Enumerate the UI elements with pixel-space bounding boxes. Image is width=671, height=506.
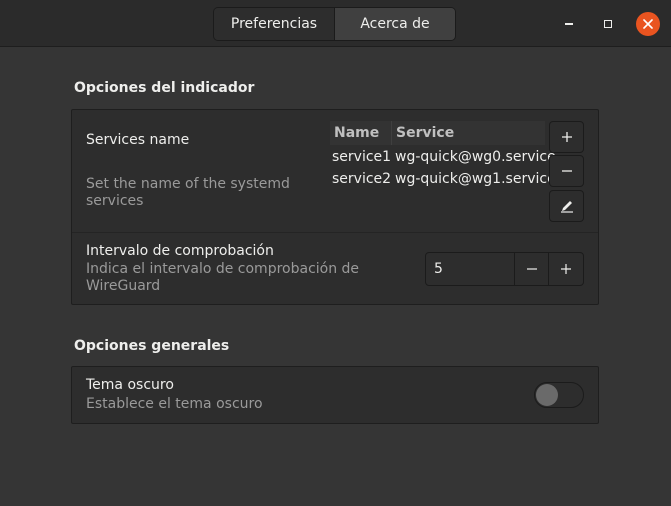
header-bar: Preferencias Acerca de bbox=[0, 0, 671, 47]
edit-icon bbox=[560, 201, 573, 213]
interval-spinbutton: 5 bbox=[425, 252, 584, 286]
services-name-description: Set the name of the systemd services bbox=[86, 176, 290, 209]
row-divider bbox=[72, 232, 598, 233]
stack-switcher: Preferencias Acerca de bbox=[213, 7, 456, 41]
column-divider bbox=[391, 121, 392, 145]
close-button[interactable] bbox=[636, 12, 660, 36]
remove-service-button[interactable] bbox=[549, 155, 584, 187]
minimize-icon bbox=[565, 23, 573, 25]
minus-icon bbox=[526, 268, 537, 270]
column-header-name[interactable]: Name bbox=[334, 125, 379, 141]
tab-preferencias[interactable]: Preferencias bbox=[214, 8, 335, 40]
services-name-label: Services name bbox=[86, 132, 190, 148]
minimize-button[interactable] bbox=[557, 12, 581, 36]
services-table-header: Name Service bbox=[330, 121, 545, 145]
row-name-cell: service2 bbox=[332, 171, 392, 187]
dark-theme-label: Tema oscuro bbox=[86, 377, 174, 393]
interval-description: Indica el intervalo de comprobación de W… bbox=[86, 261, 360, 294]
tab-acerca-de[interactable]: Acerca de bbox=[335, 8, 455, 40]
general-options-frame: Tema oscuro Establece el tema oscuro bbox=[71, 366, 599, 424]
table-row[interactable]: service2 wg-quick@wg1.service bbox=[330, 169, 556, 191]
edit-service-button[interactable] bbox=[549, 190, 584, 222]
switch-knob bbox=[536, 384, 558, 406]
row-name-cell: service1 bbox=[332, 149, 392, 165]
close-icon bbox=[643, 19, 653, 29]
plus-icon bbox=[561, 264, 572, 274]
general-section-title: Opciones generales bbox=[74, 338, 230, 354]
remove-icon bbox=[561, 170, 572, 172]
maximize-icon bbox=[604, 20, 612, 28]
indicator-options-frame: Services name Set the name of the system… bbox=[71, 109, 599, 305]
maximize-button[interactable] bbox=[596, 12, 620, 36]
interval-decrement-button[interactable] bbox=[513, 253, 549, 285]
interval-increment-button[interactable] bbox=[548, 253, 583, 285]
table-row[interactable]: service1 wg-quick@wg0.service bbox=[330, 147, 556, 169]
add-service-button[interactable] bbox=[549, 121, 584, 153]
indicator-section-title: Opciones del indicador bbox=[74, 80, 255, 96]
interval-label: Intervalo de comprobación bbox=[86, 243, 274, 259]
row-service-cell: wg-quick@wg1.service bbox=[395, 171, 556, 187]
column-header-service[interactable]: Service bbox=[396, 125, 454, 141]
interval-input[interactable]: 5 bbox=[426, 253, 514, 285]
add-icon bbox=[561, 132, 572, 142]
dark-theme-switch[interactable] bbox=[534, 382, 584, 408]
row-service-cell: wg-quick@wg0.service bbox=[395, 149, 556, 165]
dark-theme-description: Establece el tema oscuro bbox=[86, 396, 263, 412]
